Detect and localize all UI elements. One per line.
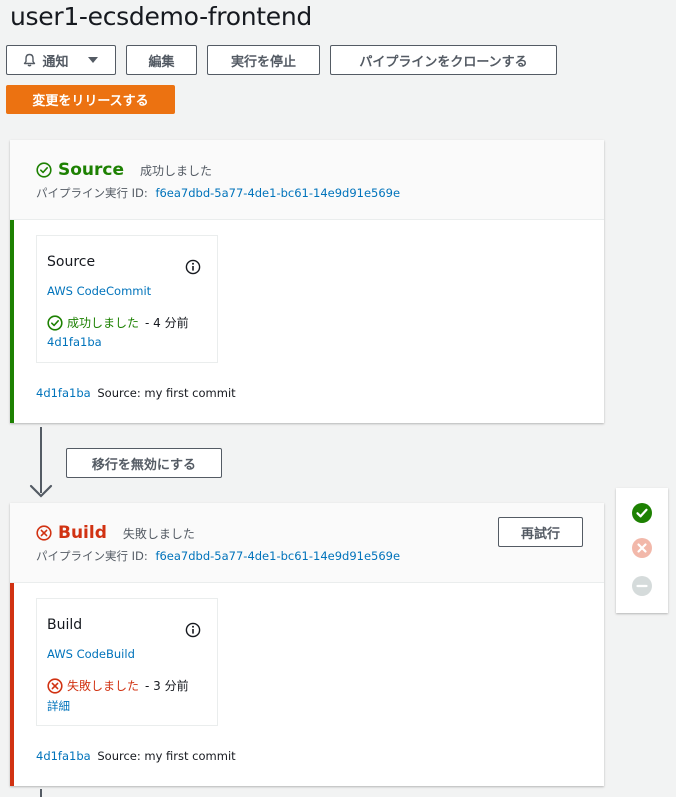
edit-button[interactable]: 編集 bbox=[126, 45, 197, 75]
check-filled-icon[interactable] bbox=[631, 502, 653, 524]
info-icon[interactable] bbox=[185, 259, 201, 275]
action-time: - 4 分前 bbox=[145, 316, 189, 330]
check-circle-icon bbox=[47, 314, 63, 331]
notify-button[interactable]: 通知 bbox=[6, 45, 116, 75]
stage-status-text: 失敗しました bbox=[122, 526, 195, 541]
action-status-text: 成功しました bbox=[67, 316, 140, 330]
x-circle-icon bbox=[36, 525, 52, 541]
clone-label: パイプラインをクローンする bbox=[359, 54, 528, 70]
execution-id-line: パイプライン実行 ID: f6ea7dbd-5a77-4de1-bc61-14e… bbox=[36, 185, 400, 201]
status-legend-panel bbox=[616, 488, 668, 613]
action-status: 成功しました - 4 分前 bbox=[47, 314, 189, 331]
transition-arrow bbox=[40, 789, 42, 797]
action-time: - 3 分前 bbox=[145, 679, 189, 693]
action-name: Source bbox=[47, 254, 96, 270]
retry-label: 再試行 bbox=[520, 526, 560, 542]
stage-build: Build 失敗しました パイプライン実行 ID: f6ea7dbd-5a77-… bbox=[10, 503, 604, 786]
stop-label: 実行を停止 bbox=[230, 54, 296, 70]
info-icon[interactable] bbox=[185, 622, 201, 638]
retry-button[interactable]: 再試行 bbox=[498, 517, 583, 547]
stage-header: Source 成功しました パイプライン実行 ID: f6ea7dbd-5a77… bbox=[10, 140, 604, 220]
action-status-text: 失敗しました bbox=[67, 679, 140, 693]
notify-label: 通知 bbox=[42, 54, 69, 70]
x-filled-icon[interactable] bbox=[631, 537, 653, 559]
edit-label: 編集 bbox=[148, 54, 175, 70]
stage-title: Build 失敗しました bbox=[36, 523, 195, 543]
commit-id-link[interactable]: 4d1fa1ba bbox=[36, 386, 91, 400]
disable-transition-label: 移行を無効にする bbox=[91, 457, 197, 473]
commit-message: Source: my first commit bbox=[97, 386, 236, 400]
stage-source: Source 成功しました パイプライン実行 ID: f6ea7dbd-5a77… bbox=[10, 140, 604, 423]
action-name: Build bbox=[47, 617, 83, 633]
caret-down-icon bbox=[87, 57, 98, 63]
arrow-head-icon bbox=[29, 484, 53, 498]
release-change-button[interactable]: 変更をリリースする bbox=[6, 85, 175, 114]
clone-pipeline-button[interactable]: パイプラインをクローンする bbox=[330, 45, 557, 75]
commit-id-link[interactable]: 4d1fa1ba bbox=[36, 749, 91, 763]
bell-icon bbox=[24, 53, 36, 67]
action-status: 失敗しました - 3 分前 bbox=[47, 677, 189, 694]
commit-message: Source: my first commit bbox=[97, 749, 236, 763]
execution-id-link[interactable]: f6ea7dbd-5a77-4de1-bc61-14e9d91e569e bbox=[155, 549, 400, 563]
execution-id-line: パイプライン実行 ID: f6ea7dbd-5a77-4de1-bc61-14e… bbox=[36, 548, 400, 564]
release-label: 変更をリリースする bbox=[32, 94, 149, 109]
minus-filled-icon[interactable] bbox=[631, 575, 653, 597]
execution-id-label: パイプライン実行 ID: bbox=[36, 549, 148, 563]
stage-name-text: Build bbox=[58, 523, 107, 543]
action-details-link[interactable]: 詳細 bbox=[47, 698, 70, 714]
check-circle-icon bbox=[36, 162, 52, 178]
stage-status-text: 成功しました bbox=[140, 163, 213, 178]
stage-name-text: Source bbox=[58, 160, 125, 180]
action-card-build: Build AWS CodeBuild 失敗しました - 3 分前 詳細 bbox=[36, 598, 218, 726]
stage-commit-line: 4d1fa1ba Source: my first commit bbox=[36, 386, 236, 400]
stage-commit-line: 4d1fa1ba Source: my first commit bbox=[36, 749, 236, 763]
action-card-source: Source AWS CodeCommit 成功しました - 4 分前 4d1f… bbox=[36, 235, 218, 363]
action-commit-link[interactable]: 4d1fa1ba bbox=[47, 335, 102, 349]
stage-header: Build 失敗しました パイプライン実行 ID: f6ea7dbd-5a77-… bbox=[10, 503, 604, 583]
execution-id-link[interactable]: f6ea7dbd-5a77-4de1-bc61-14e9d91e569e bbox=[155, 186, 400, 200]
disable-transition-button[interactable]: 移行を無効にする bbox=[66, 448, 222, 478]
page-title: user1-ecsdemo-frontend bbox=[10, 2, 312, 31]
stop-execution-button[interactable]: 実行を停止 bbox=[207, 45, 320, 75]
action-provider-link[interactable]: AWS CodeBuild bbox=[47, 647, 135, 661]
action-provider-link[interactable]: AWS CodeCommit bbox=[47, 284, 151, 298]
x-circle-icon bbox=[47, 677, 63, 694]
execution-id-label: パイプライン実行 ID: bbox=[36, 186, 148, 200]
stage-title: Source 成功しました bbox=[36, 160, 212, 180]
